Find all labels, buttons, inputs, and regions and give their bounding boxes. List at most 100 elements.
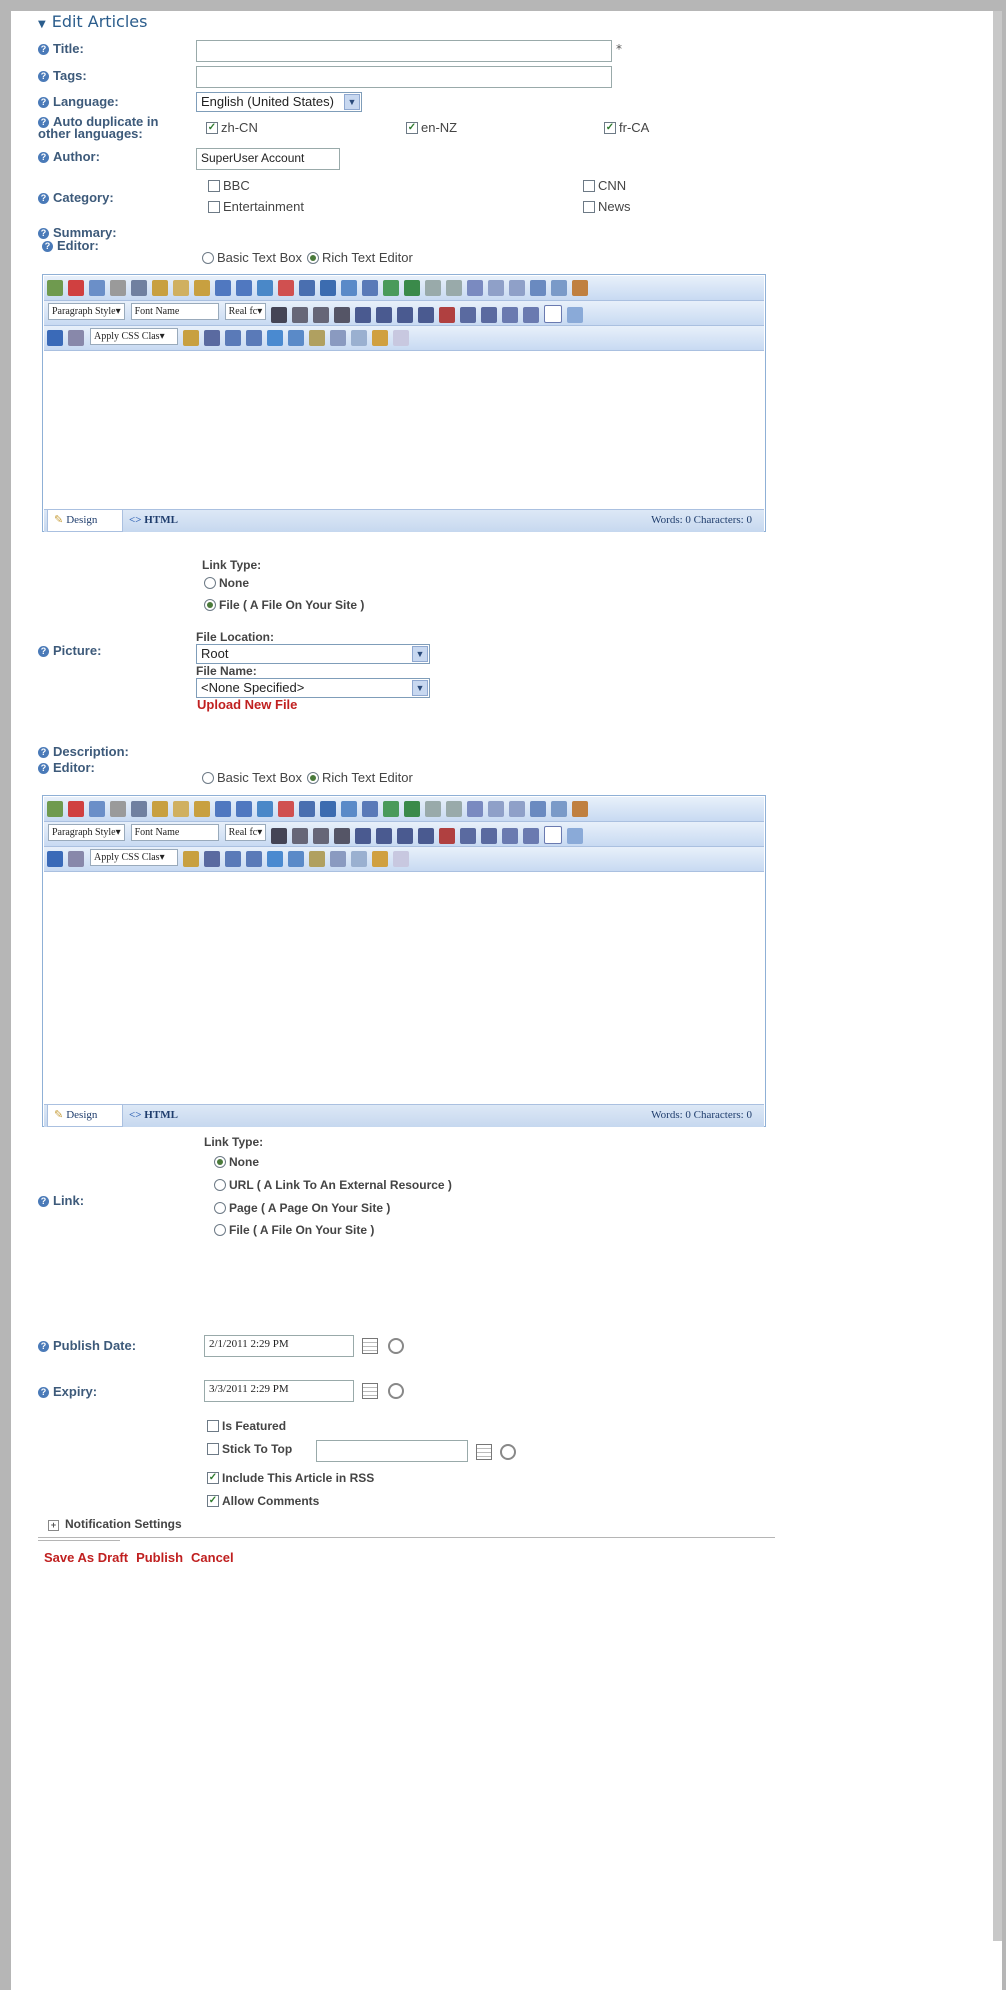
link-option-page[interactable]: Page ( A Page On Your Site ) — [214, 1201, 390, 1215]
help-icon[interactable]: ? — [38, 152, 49, 163]
radio-selected-icon[interactable] — [307, 251, 319, 264]
chevron-down-icon[interactable]: ▼ — [344, 94, 360, 110]
xhtml-validator-icon[interactable] — [544, 826, 563, 844]
help-icon[interactable]: ? — [38, 646, 49, 657]
author-field[interactable]: SuperUser Account — [196, 148, 340, 170]
numbered-list-icon[interactable] — [502, 307, 519, 323]
help-icon[interactable]: ? — [38, 763, 49, 774]
duplicate-checkbox-fr-ca[interactable]: ✓ fr-CA — [604, 120, 649, 135]
checkbox-checked-icon[interactable]: ✓ — [604, 121, 616, 134]
document-manager-icon[interactable] — [278, 801, 294, 817]
radio-icon[interactable] — [214, 1179, 226, 1191]
duplicate-checkbox-en-nz[interactable]: ✓ en-NZ — [406, 120, 457, 135]
checkbox-icon[interactable] — [208, 200, 220, 213]
bulleted-list-icon[interactable] — [523, 307, 540, 323]
checkbox-checked-icon[interactable]: ✓ — [206, 121, 218, 134]
format-painter-icon[interactable] — [183, 330, 199, 346]
clock-icon[interactable] — [500, 1444, 516, 1460]
summary-mode-rich[interactable]: Rich Text Editor — [307, 250, 413, 265]
publish-date-input[interactable]: 2/1/2011 2:29 PM — [204, 1335, 354, 1357]
insert-table-icon[interactable] — [225, 330, 241, 346]
upload-new-file-link[interactable]: Upload New File — [197, 697, 297, 712]
radio-icon[interactable] — [202, 251, 214, 264]
superscript-icon[interactable] — [425, 280, 441, 296]
hyperlink-icon[interactable] — [383, 801, 399, 817]
bold-icon[interactable] — [271, 828, 288, 844]
save-template-icon[interactable] — [362, 280, 378, 296]
track-changes-icon[interactable] — [567, 307, 584, 323]
absolute-position-icon[interactable] — [309, 851, 325, 867]
background-color-icon[interactable] — [68, 330, 84, 346]
allow-comments-checkbox[interactable]: ✓ Allow Comments — [207, 1494, 319, 1508]
insert-symbol-icon[interactable] — [330, 330, 346, 346]
image-map-icon[interactable] — [288, 851, 304, 867]
align-center-icon[interactable] — [376, 307, 393, 323]
underline-icon[interactable] — [313, 307, 330, 323]
calendar-icon[interactable] — [476, 1444, 492, 1460]
select-all-icon[interactable] — [110, 280, 126, 296]
about-icon[interactable] — [393, 330, 409, 346]
description-mode-basic[interactable]: Basic Text Box — [202, 770, 302, 785]
background-color-icon[interactable] — [68, 851, 84, 867]
cut-icon[interactable] — [131, 801, 147, 817]
print-icon[interactable] — [47, 801, 63, 817]
cancel-button[interactable]: Cancel — [191, 1550, 234, 1565]
checkbox-icon[interactable] — [583, 200, 595, 213]
save-as-draft-button[interactable]: Save As Draft — [44, 1550, 128, 1565]
description-mode-rich[interactable]: Rich Text Editor — [307, 770, 413, 785]
align-right-icon[interactable] — [397, 307, 414, 323]
format-painter-icon[interactable] — [183, 851, 199, 867]
help-icon[interactable]: ? — [38, 1196, 49, 1207]
help-icon[interactable]: ? — [38, 747, 49, 758]
insert-symbol-icon[interactable] — [330, 851, 346, 867]
indent-icon[interactable] — [460, 307, 477, 323]
justify-icon[interactable] — [418, 828, 435, 844]
insert-snippet-icon[interactable] — [246, 851, 262, 867]
foreground-color-icon[interactable] — [47, 851, 63, 867]
expand-icon[interactable]: + — [48, 1520, 59, 1531]
flash-manager-icon[interactable] — [299, 801, 315, 817]
expiry-date-input[interactable]: 3/3/2011 2:29 PM — [204, 1380, 354, 1402]
document-manager-icon[interactable] — [278, 280, 294, 296]
summary-content-area[interactable] — [44, 351, 764, 507]
calendar-icon[interactable] — [362, 1338, 378, 1354]
insert-snippet-icon[interactable] — [246, 330, 262, 346]
picture-link-none[interactable]: None — [204, 576, 249, 590]
insert-form-icon[interactable] — [267, 330, 283, 346]
category-checkbox-entertainment[interactable]: Entertainment — [208, 199, 304, 214]
checkbox-checked-icon[interactable]: ✓ — [207, 1472, 219, 1484]
include-rss-checkbox[interactable]: ✓ Include This Article in RSS — [207, 1471, 374, 1485]
duplicate-checkbox-zh-cn[interactable]: ✓ zh-CN — [206, 120, 258, 135]
link-option-url[interactable]: URL ( A Link To An External Resource ) — [214, 1178, 452, 1192]
special-character-icon[interactable] — [204, 330, 220, 346]
table-icon[interactable] — [530, 801, 546, 817]
image-map-icon[interactable] — [288, 330, 304, 346]
file-name-select[interactable]: <None Specified> ▼ — [196, 678, 430, 698]
stick-to-top-checkbox[interactable]: Stick To Top — [207, 1442, 292, 1456]
html-tab[interactable]: <> HTML — [129, 510, 178, 531]
track-changes-icon[interactable] — [567, 828, 584, 844]
chevron-down-icon[interactable]: ▼ — [412, 646, 428, 662]
outdent-icon[interactable] — [481, 307, 498, 323]
paste-icon[interactable] — [173, 801, 189, 817]
cut-icon[interactable] — [131, 280, 147, 296]
bulleted-list-icon[interactable] — [523, 828, 540, 844]
chevron-down-icon[interactable]: ▼ — [412, 680, 428, 696]
help-icon[interactable]: ? — [38, 1387, 49, 1398]
find-replace-icon[interactable] — [89, 280, 105, 296]
html-tab[interactable]: <> HTML — [129, 1105, 178, 1126]
strikethrough-icon[interactable] — [334, 828, 351, 844]
radio-icon[interactable] — [214, 1224, 226, 1236]
section-header[interactable]: ▼ Edit Articles — [38, 12, 147, 31]
picture-link-file[interactable]: File ( A File On Your Site ) — [204, 598, 364, 612]
design-tab[interactable]: ✎ Design — [47, 1105, 123, 1127]
print-icon[interactable] — [47, 280, 63, 296]
subscript-icon[interactable] — [446, 280, 462, 296]
is-featured-checkbox[interactable]: Is Featured — [207, 1419, 286, 1433]
help-icon[interactable]: ? — [38, 1341, 49, 1352]
paste-options-icon[interactable] — [194, 801, 210, 817]
flash-manager-icon[interactable] — [299, 280, 315, 296]
spellcheck-icon[interactable] — [68, 801, 84, 817]
help-icon[interactable]: ? — [38, 71, 49, 82]
font-name-dropdown[interactable]: Font Name — [130, 824, 219, 841]
